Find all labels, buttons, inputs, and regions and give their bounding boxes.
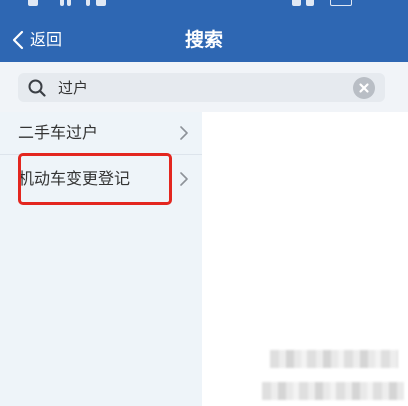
chevron-right-icon <box>180 171 188 186</box>
signal-icon <box>67 0 71 6</box>
search-icon <box>28 79 46 97</box>
alarm-icon <box>306 0 314 6</box>
alarm-icon <box>292 0 301 6</box>
blurred-watermark <box>262 346 406 404</box>
app-screen: 返回 搜索 二手车过户 <box>0 0 408 406</box>
page-title: 搜索 <box>184 29 223 51</box>
result-list: 二手车过户 机动车变更登记 <box>0 112 202 406</box>
list-item[interactable]: 机动车变更登记 <box>0 155 202 202</box>
sim-icon <box>28 0 38 6</box>
list-item[interactable]: 二手车过户 <box>0 112 202 155</box>
signal-icon <box>60 0 64 6</box>
chevron-right-icon <box>180 126 188 140</box>
header-bar: 返回 搜索 <box>0 0 408 62</box>
signal-icon <box>86 0 90 6</box>
list-item-label: 机动车变更登记 <box>18 168 131 188</box>
blurred-watermark-row <box>262 382 404 400</box>
search-area <box>0 62 408 112</box>
search-bar[interactable] <box>18 73 385 102</box>
list-item-label: 二手车过户 <box>18 123 99 142</box>
search-input[interactable] <box>56 73 346 102</box>
wifi-icon <box>96 0 106 6</box>
clear-circle-icon[interactable] <box>353 77 375 99</box>
blurred-watermark-row <box>270 350 398 368</box>
battery-icon <box>330 0 352 6</box>
